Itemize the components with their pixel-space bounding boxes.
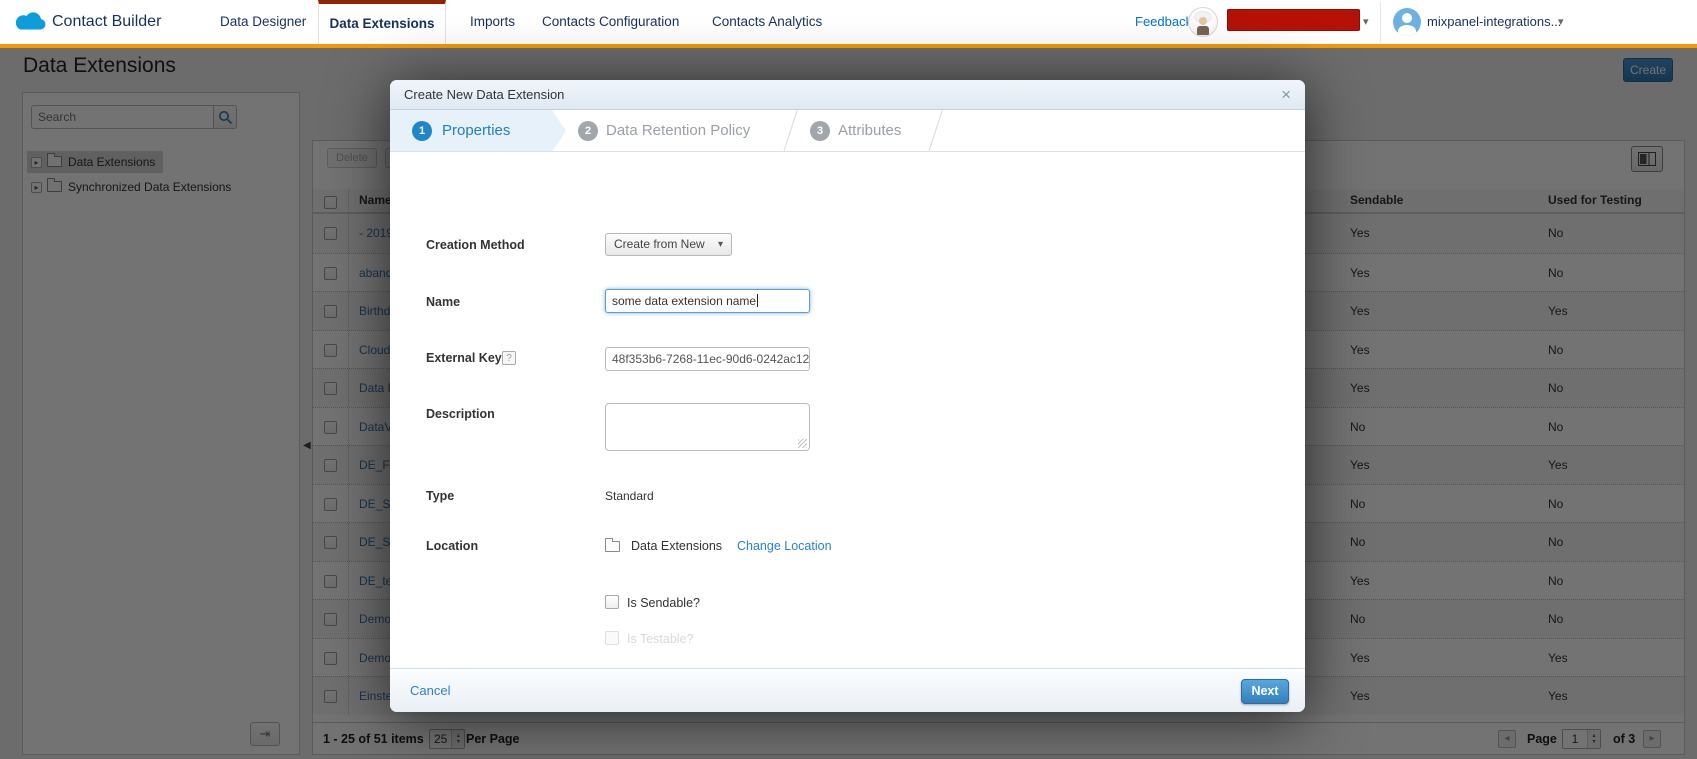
modal-footer: Cancel Next [390, 668, 1305, 712]
nav-item-contacts-analytics[interactable]: Contacts Analytics [712, 0, 822, 44]
app-brand-title: Contact Builder [52, 0, 161, 44]
top-nav: Contact Builder Data Designer Data Exten… [0, 0, 1697, 48]
step-separator [783, 110, 798, 152]
step-separator [928, 110, 943, 152]
step-3-number: 3 [810, 121, 830, 141]
name-input-value: some data extension name [612, 294, 756, 308]
step-1-number: 1 [412, 121, 432, 141]
external-key-input[interactable]: 48f353b6-7268-11ec-90d6-0242ac1200 [605, 347, 810, 371]
is-sendable-checkbox[interactable] [605, 595, 619, 609]
name-label: Name [426, 295, 460, 309]
description-textarea[interactable] [605, 403, 810, 451]
is-sendable-label: Is Sendable? [627, 596, 700, 610]
step-1-label: Properties [442, 110, 510, 152]
account-menu-caret-icon[interactable]: ▾ [1558, 0, 1564, 44]
folder-icon [605, 541, 620, 552]
close-icon[interactable]: × [1281, 80, 1291, 110]
location-label: Location [426, 539, 478, 553]
nav-divider [1380, 2, 1381, 42]
wizard-steps: 1 Properties 2 Data Retention Policy 3 A… [390, 110, 1305, 152]
salesforce-cloud-logo-icon [14, 10, 50, 40]
chevron-down-icon: ▾ [718, 234, 723, 255]
account-name[interactable]: mixpanel-integrations... [1427, 0, 1561, 44]
modal-title: Create New Data Extension [404, 80, 564, 110]
einstein-avatar[interactable] [1188, 7, 1218, 37]
next-button[interactable]: Next [1241, 679, 1289, 704]
modal-header: Create New Data Extension × [390, 80, 1305, 110]
nav-item-imports[interactable]: Imports [470, 0, 515, 44]
name-input[interactable]: some data extension name [605, 289, 810, 313]
external-key-value: 48f353b6-7268-11ec-90d6-0242ac1200 [612, 352, 810, 366]
modal-body: Creation Method Create from New ▾ Name s… [390, 152, 1305, 668]
creation-method-dropdown[interactable]: Create from New ▾ [605, 233, 732, 256]
creation-method-value: Create from New [614, 237, 705, 251]
creation-method-label: Creation Method [426, 238, 525, 252]
nav-item-data-extensions[interactable]: Data Extensions [318, 0, 446, 44]
step-3-label[interactable]: Attributes [838, 110, 901, 152]
user-avatar-icon[interactable] [1393, 8, 1421, 36]
type-value: Standard [605, 489, 654, 503]
create-data-extension-modal: Create New Data Extension × 1 Properties… [390, 80, 1305, 712]
nav-item-data-designer[interactable]: Data Designer [220, 0, 306, 44]
step-2-number: 2 [578, 121, 598, 141]
step-2-label[interactable]: Data Retention Policy [606, 110, 750, 152]
external-key-label: External Key [426, 351, 502, 365]
description-label: Description [426, 407, 495, 421]
nav-item-contacts-configuration[interactable]: Contacts Configuration [542, 0, 679, 44]
org-menu-caret-icon[interactable]: ▾ [1363, 0, 1369, 44]
feedback-link[interactable]: Feedback [1135, 0, 1192, 44]
location-value: Data Extensions [631, 539, 722, 553]
change-location-link[interactable]: Change Location [737, 539, 832, 553]
type-label: Type [426, 489, 454, 503]
app-window: Contact Builder Data Designer Data Exten… [0, 0, 1697, 759]
text-cursor [757, 294, 758, 307]
is-testable-label: Is Testable? [627, 632, 693, 646]
help-icon[interactable]: ? [502, 351, 516, 365]
is-testable-checkbox[interactable] [605, 631, 619, 645]
redacted-org-badge[interactable] [1227, 9, 1360, 31]
cancel-link[interactable]: Cancel [410, 669, 450, 713]
